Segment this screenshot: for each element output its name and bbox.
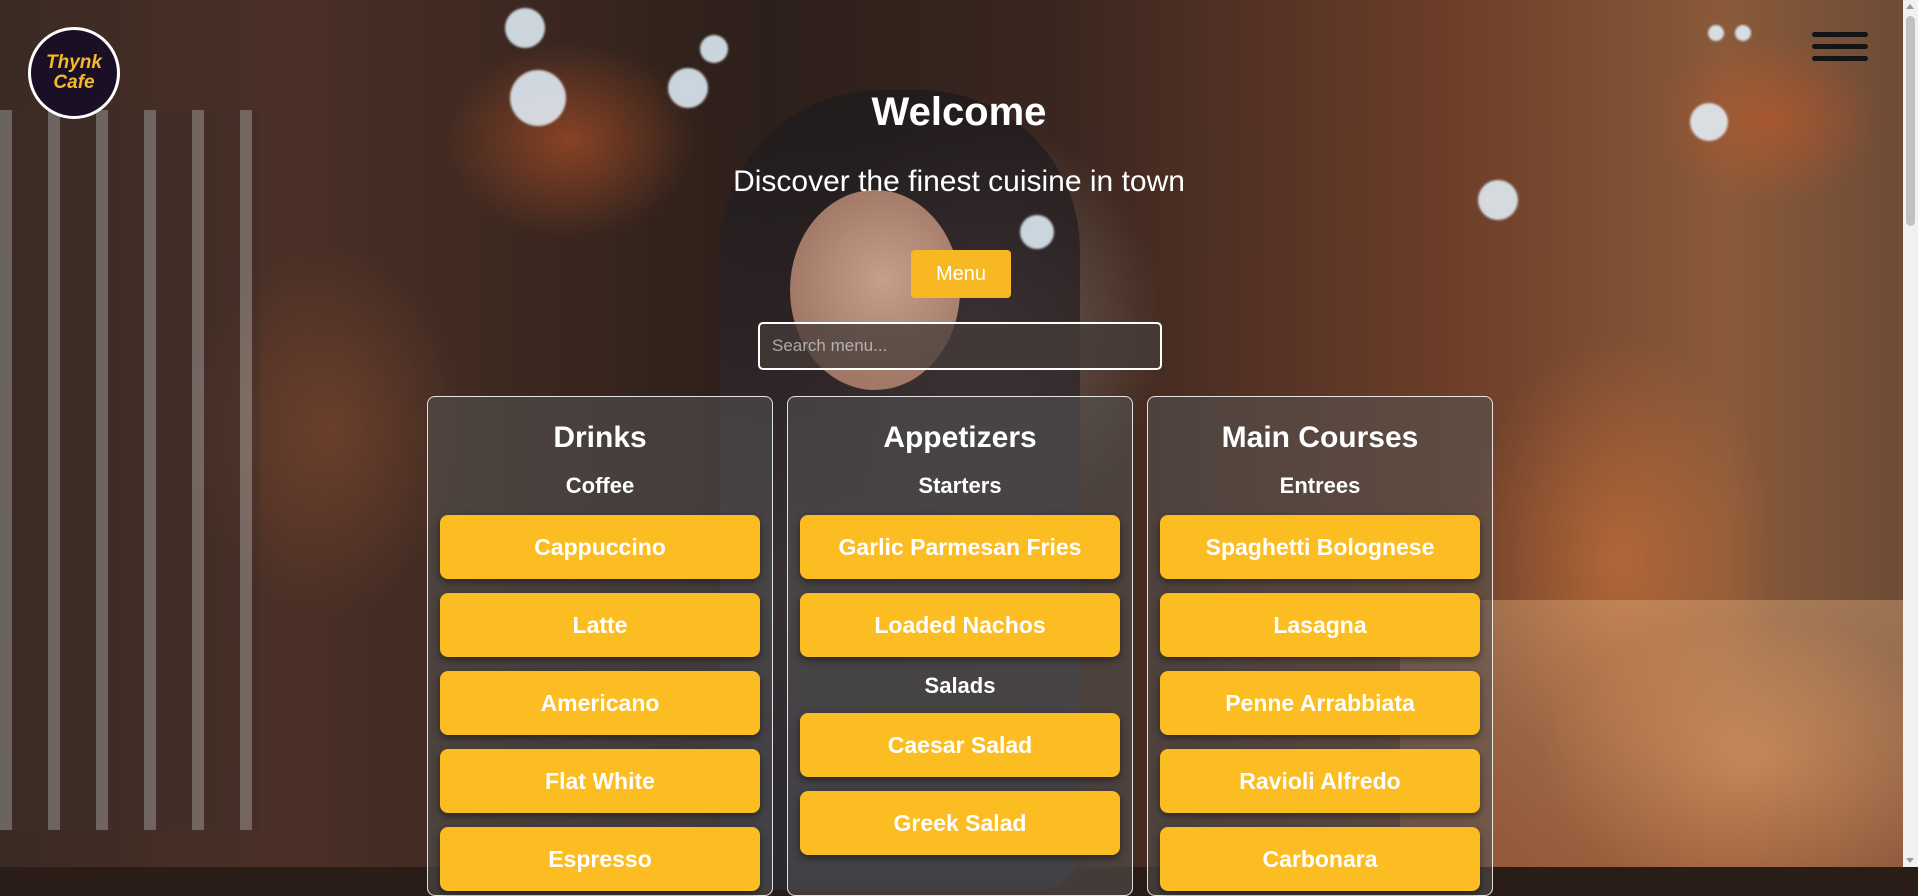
scrollbar-thumb[interactable] [1906,16,1915,226]
pendant-light [505,8,545,48]
menu-item-button[interactable]: Caesar Salad [800,713,1120,777]
subcategory-title: Entrees [1279,473,1361,498]
background-windows [0,110,260,830]
subcategory-title: Coffee [565,473,635,498]
menu-item-button[interactable]: Lasagna [1160,593,1480,657]
menu-item-button[interactable]: Greek Salad [800,791,1120,855]
menu-item-button[interactable]: Loaded Nachos [800,593,1120,657]
page-title: Welcome [871,90,1047,134]
menu-item-button[interactable]: Garlic Parmesan Fries [800,515,1120,579]
pendant-light [1020,215,1054,249]
menu-item-button[interactable]: Americano [440,671,760,735]
menu-item-button[interactable]: Flat White [440,749,760,813]
category-card-main-courses: Main Courses Entrees Spaghetti Bolognese… [1147,396,1493,896]
category-card-drinks: Drinks Coffee Cappuccino Latte Americano… [427,396,773,896]
category-title: Main Courses [1221,421,1419,454]
scroll-down-arrow-icon[interactable] [1906,858,1914,863]
menu-item-button[interactable]: Latte [440,593,760,657]
hero-tagline: Discover the finest cuisine in town [733,165,1185,198]
menu-item-button[interactable]: Spaghetti Bolognese [1160,515,1480,579]
menu-button[interactable]: Menu [911,250,1011,298]
subcategory-title: Salads [924,673,996,698]
category-card-appetizers: Appetizers Starters Garlic Parmesan Frie… [787,396,1133,896]
logo-text: Thynk Cafe [46,52,102,93]
pendant-light [1708,25,1724,41]
search-input[interactable] [758,322,1162,370]
pendant-light [1735,25,1751,41]
page-scrollbar[interactable] [1903,0,1918,867]
scroll-up-arrow-icon[interactable] [1906,4,1914,9]
category-title: Drinks [553,421,647,454]
menu-item-button[interactable]: Cappuccino [440,515,760,579]
hamburger-menu-icon[interactable] [1812,28,1868,64]
menu-item-button[interactable]: Espresso [440,827,760,891]
menu-item-button[interactable]: Ravioli Alfredo [1160,749,1480,813]
category-title: Appetizers [883,421,1037,454]
pendant-light [700,35,728,63]
subcategory-title: Starters [918,473,1002,498]
menu-item-button[interactable]: Carbonara [1160,827,1480,891]
menu-item-button[interactable]: Penne Arrabbiata [1160,671,1480,735]
